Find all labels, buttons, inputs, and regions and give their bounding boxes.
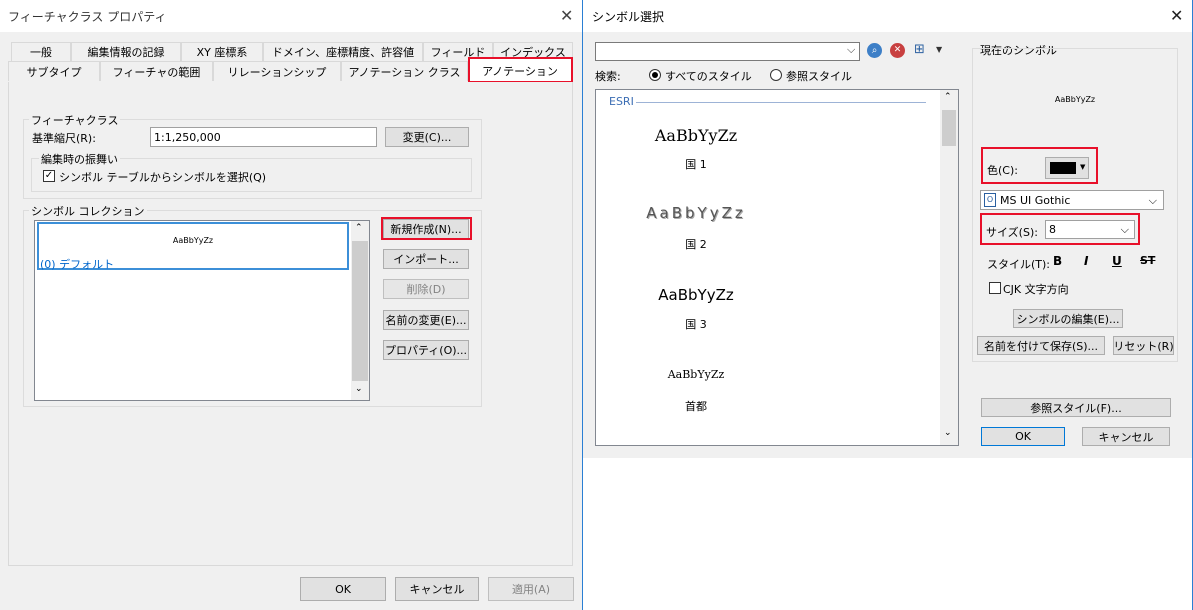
font-select[interactable]: O MS UI Gothic ⌵ bbox=[980, 190, 1164, 210]
collection-list-scrollbar[interactable]: ⌃ ⌄ bbox=[351, 221, 369, 400]
scroll-thumb[interactable] bbox=[352, 241, 368, 381]
group-header-line bbox=[636, 102, 926, 103]
save-as-button[interactable]: 名前を付けて保存(S)... bbox=[977, 336, 1105, 355]
font-type-icon: O bbox=[984, 193, 996, 207]
featureclass-group-label: フィーチャクラス bbox=[29, 112, 121, 128]
edit-symbol-button[interactable]: シンボルの編集(E)... bbox=[1013, 309, 1123, 328]
apply-button[interactable]: 適用(A) bbox=[488, 577, 574, 601]
change-scale-button[interactable]: 変更(C)... bbox=[385, 127, 469, 147]
ok-button[interactable]: OK bbox=[981, 427, 1065, 446]
chevron-down-icon[interactable]: ⌵ bbox=[847, 43, 855, 57]
symbol-name: 首都 bbox=[685, 400, 707, 413]
current-symbol-preview: AaBbYyZz bbox=[1054, 95, 1096, 104]
cancel-button[interactable]: キャンセル bbox=[395, 577, 479, 601]
search-label: 検索: bbox=[595, 70, 621, 83]
feature-class-properties-window: フィーチャクラス プロパティ ✕ 一般 編集情報の記録 XY 座標系 ドメイン、… bbox=[0, 0, 582, 610]
symbol-list-scrollbar[interactable]: ⌃ ⌄ bbox=[940, 90, 958, 445]
properties-button[interactable]: プロパティ(O)... bbox=[383, 340, 469, 360]
cjk-checkbox-label: CJK 文字方向 bbox=[1003, 283, 1069, 296]
search-input[interactable] bbox=[595, 42, 860, 61]
symbol-list[interactable]: ESRI AaBbYyZz 国 1 AaBbYyZz 国 2 AaBbYyZz … bbox=[595, 89, 959, 446]
symbol-preview: AaBbYyZz bbox=[654, 126, 738, 145]
strikethrough-button[interactable]: ST bbox=[1140, 254, 1155, 267]
symbol-name: 国 1 bbox=[685, 158, 707, 171]
bold-button[interactable]: B bbox=[1053, 254, 1062, 268]
tab-subtypes[interactable]: サブタイプ bbox=[8, 61, 100, 81]
search-icon[interactable]: ⌕ bbox=[867, 43, 882, 58]
collection-item-name: (0) デフォルト bbox=[40, 258, 115, 271]
close-icon[interactable]: ✕ bbox=[560, 6, 573, 25]
size-highlight bbox=[980, 213, 1140, 245]
tab-relationships[interactable]: リレーションシップ bbox=[213, 61, 341, 81]
ref-styles-label: 参照スタイル bbox=[786, 70, 852, 83]
symbol-collection-group-label: シンボル コレクション bbox=[29, 203, 147, 219]
underline-button[interactable]: U bbox=[1112, 254, 1122, 268]
style-label: スタイル(T): bbox=[987, 258, 1051, 271]
dialog-bottom-area bbox=[583, 458, 1192, 610]
tab-editor-tracking[interactable]: 編集情報の記録 bbox=[71, 42, 181, 61]
ref-style-button[interactable]: 参照スタイル(F)... bbox=[981, 398, 1171, 417]
ref-styles-radio[interactable] bbox=[770, 69, 782, 81]
annotation-tab-highlight bbox=[468, 57, 573, 83]
view-mode-dropdown-icon[interactable]: ▼ bbox=[936, 45, 942, 54]
symbol-preview: AaBbYyZz bbox=[646, 204, 746, 222]
cancel-button[interactable]: キャンセル bbox=[1082, 427, 1170, 446]
tab-domain-resolution-tolerance[interactable]: ドメイン、座標精度、許容値 bbox=[263, 42, 423, 61]
scroll-thumb[interactable] bbox=[942, 110, 956, 146]
ref-scale-label: 基準縮尺(R): bbox=[32, 132, 96, 145]
scroll-down-icon[interactable]: ⌄ bbox=[355, 384, 363, 394]
select-from-table-checkbox[interactable]: ✓ bbox=[43, 170, 55, 182]
edit-behavior-group-label: 編集時の振舞い bbox=[39, 151, 120, 167]
collection-item-selected[interactable]: AaBbYyZz (0) デフォルト bbox=[37, 222, 349, 271]
color-highlight bbox=[981, 147, 1098, 184]
scroll-up-icon[interactable]: ⌃ bbox=[355, 223, 363, 233]
all-styles-radio[interactable] bbox=[649, 69, 661, 81]
tab-annotation-classes[interactable]: アノテーション クラス bbox=[341, 61, 468, 81]
group-header-esri: ESRI bbox=[609, 95, 634, 108]
ref-scale-input[interactable]: 1:1,250,000 bbox=[150, 127, 377, 147]
close-icon[interactable]: ✕ bbox=[1170, 6, 1183, 25]
italic-button[interactable]: I bbox=[1084, 254, 1088, 268]
tab-general[interactable]: 一般 bbox=[11, 42, 71, 61]
symbol-name: 国 3 bbox=[685, 318, 707, 331]
chevron-down-icon: ⌵ bbox=[1148, 194, 1157, 207]
all-styles-label: すべてのスタイル bbox=[665, 70, 752, 83]
window-title: フィーチャクラス プロパティ bbox=[8, 10, 167, 24]
ok-button[interactable]: OK bbox=[300, 577, 386, 601]
import-button[interactable]: インポート... bbox=[383, 249, 469, 269]
clear-search-icon[interactable]: ✕ bbox=[890, 43, 905, 58]
rename-button[interactable]: 名前の変更(E)... bbox=[383, 310, 469, 330]
symbol-preview: AaBbYyZz bbox=[658, 286, 734, 304]
tab-feature-extent[interactable]: フィーチャの範囲 bbox=[100, 61, 213, 81]
symbol-item[interactable]: AaBbYyZz 国 3 bbox=[596, 280, 796, 331]
scroll-up-icon[interactable]: ⌃ bbox=[944, 92, 952, 102]
symbol-item[interactable]: AaBbYyZz 国 2 bbox=[596, 200, 796, 251]
symbol-selector-window: シンボル選択 ✕ ⌵ ⌕ ✕ ⊞ ▼ 検索: すべてのスタイル 参照スタイル E… bbox=[582, 0, 1193, 610]
select-from-table-label: シンボル テーブルからシンボルを選択(Q) bbox=[59, 171, 267, 184]
collection-item-preview: AaBbYyZz bbox=[172, 236, 214, 245]
delete-button[interactable]: 削除(D) bbox=[383, 279, 469, 299]
cjk-checkbox[interactable] bbox=[989, 282, 1001, 294]
symbol-preview: AaBbYyZz bbox=[667, 368, 725, 381]
symbol-item[interactable]: AaBbYyZz 国 1 bbox=[596, 120, 796, 171]
view-mode-icon[interactable]: ⊞ bbox=[914, 42, 925, 57]
symbol-item[interactable]: AaBbYyZz 首都 bbox=[596, 364, 796, 414]
title-bar: シンボル選択 ✕ bbox=[583, 0, 1192, 32]
radio-selected-dot bbox=[652, 72, 658, 78]
tab-xy-coordinate-system[interactable]: XY 座標系 bbox=[181, 42, 263, 61]
reset-button[interactable]: リセット(R) bbox=[1113, 336, 1174, 355]
window-title: シンボル選択 bbox=[592, 10, 665, 24]
symbol-name: 国 2 bbox=[685, 238, 707, 251]
scroll-down-icon[interactable]: ⌄ bbox=[944, 428, 952, 438]
title-bar: フィーチャクラス プロパティ ✕ bbox=[0, 0, 582, 32]
new-button-highlight bbox=[381, 217, 472, 240]
